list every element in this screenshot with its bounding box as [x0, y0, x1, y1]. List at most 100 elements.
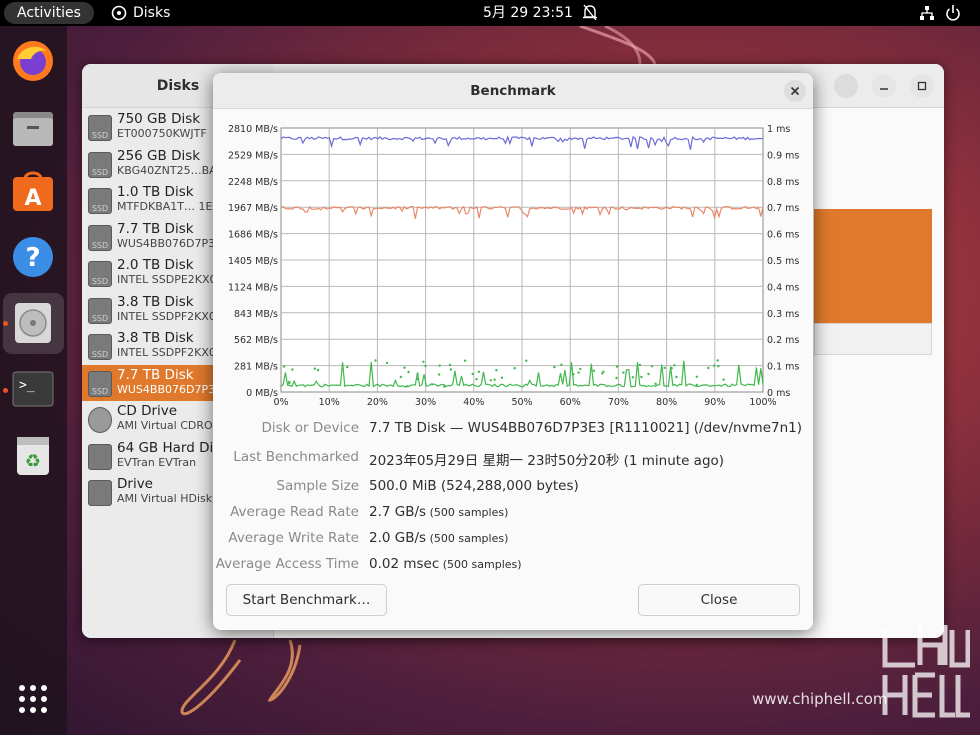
info-row: Average Read Rate 2.7 GB/s (500 samples) [213, 504, 813, 526]
drive-name: 64 GB Hard Disk [117, 439, 229, 456]
disks-app-icon [111, 5, 127, 21]
y-right-tick-label: 0.6 ms [767, 230, 799, 241]
notification-bell-icon[interactable] [582, 3, 598, 23]
drive-name: 2.0 TB Disk [117, 257, 194, 273]
usb-drive-icon [88, 443, 112, 470]
info-value: 2.0 GB/s (500 samples) [369, 530, 508, 546]
info-value-text: 500.0 MiB (524,288,000 bytes) [369, 478, 579, 494]
access-point [622, 371, 625, 374]
x-tick-label: 10% [319, 397, 340, 408]
maximize-icon [917, 81, 927, 91]
terminal-icon[interactable]: >_ [10, 366, 56, 412]
dialog-close-button[interactable] [784, 80, 806, 102]
access-point [717, 365, 720, 368]
info-row: Disk or Device 7.7 TB Disk — WUS4BB076D7P… [213, 420, 813, 442]
access-point [489, 379, 492, 382]
x-tick-label: 70% [608, 397, 629, 408]
x-tick-label: 20% [367, 397, 388, 408]
y-left-tick-label: 1967 MB/s [228, 203, 278, 214]
ssd-icon: SSD [88, 151, 112, 178]
access-point [513, 367, 516, 370]
access-point [579, 367, 582, 371]
y-right-tick-label: 0.8 ms [767, 177, 799, 188]
info-value: 0.02 msec (500 samples) [369, 556, 522, 572]
access-point [650, 365, 654, 368]
x-tick-label: 30% [415, 397, 436, 408]
firefox-icon[interactable] [10, 38, 56, 84]
y-right-tick-label: 0.3 ms [767, 309, 799, 320]
help-icon[interactable]: ? [10, 234, 56, 280]
info-value-text: 2.7 GB/s [369, 504, 427, 520]
access-point [695, 375, 698, 378]
access-point [416, 377, 419, 381]
info-key: Disk or Device [261, 420, 359, 436]
activities-button[interactable]: Activities [4, 2, 94, 24]
ssd-icon: SSD [88, 188, 112, 214]
window-menu-button[interactable] [834, 74, 858, 98]
minimize-button[interactable] [872, 74, 896, 98]
info-sample-count: (500 samples) [439, 558, 522, 571]
access-point [615, 376, 618, 380]
access-point [640, 375, 643, 379]
access-point [493, 378, 496, 381]
running-indicator [3, 321, 8, 326]
access-point [553, 365, 556, 369]
access-point [374, 359, 377, 362]
trash-icon[interactable]: ♻ [10, 432, 56, 478]
info-sample-count: (500 samples) [426, 532, 509, 545]
disks-icon[interactable] [10, 300, 56, 346]
drive-name: 750 GB Disk [117, 111, 201, 127]
info-value-text: 2023年05月29日 星期一 23时50分20秒 (1 minute ago) [369, 453, 725, 469]
info-key: Average Read Rate [230, 504, 359, 520]
y-right-tick-label: 0.7 ms [767, 203, 799, 214]
access-point [602, 370, 605, 373]
ssd-icon: SSD [88, 334, 112, 360]
dialog-title: Benchmark [470, 83, 556, 99]
access-point [463, 359, 467, 362]
access-point [695, 383, 698, 387]
info-value-text: 0.02 msec [369, 556, 440, 572]
ssd-icon: SSD [88, 261, 112, 287]
start-benchmark-button[interactable]: Start Benchmark… [226, 584, 387, 616]
network-icon[interactable] [919, 5, 935, 21]
power-icon[interactable] [945, 4, 961, 22]
y-left-tick-label: 843 MB/s [234, 309, 278, 320]
info-key: Average Write Rate [228, 530, 359, 546]
y-left-tick-label: 2810 MB/s [228, 124, 278, 135]
access-point [713, 364, 716, 367]
access-point [477, 370, 480, 373]
info-value-text: 2.0 GB/s [369, 530, 427, 546]
y-left-tick-label: 1124 MB/s [228, 282, 278, 293]
close-button[interactable]: Close [638, 584, 800, 616]
y-right-tick-label: 0.5 ms [767, 256, 799, 267]
info-value: 7.7 TB Disk — WUS4BB076D7P3E3 [R1110021]… [369, 420, 802, 436]
access-point [525, 359, 528, 362]
volume-strip [814, 323, 932, 355]
apps-grid-icon[interactable] [10, 676, 56, 722]
y-left-tick-label: 2529 MB/s [228, 150, 278, 161]
clock[interactable]: 5月 29 23:51 [483, 0, 573, 26]
usb-drive-icon [88, 480, 112, 506]
access-point [448, 363, 452, 367]
app-menu[interactable]: Disks [111, 0, 170, 26]
x-tick-label: 60% [560, 397, 581, 408]
benchmark-chart: 2810 MB/s 1 ms 2529 MB/s 0.9 ms 2248 MB/s 0.8… [228, 124, 799, 408]
info-value: 2.7 GB/s (500 samples) [369, 504, 508, 520]
access-point [670, 367, 673, 370]
files-icon[interactable] [10, 105, 56, 151]
access-point [449, 368, 453, 371]
access-point [422, 360, 425, 363]
volume-partition-selected[interactable] [814, 209, 932, 323]
access-point [475, 377, 478, 381]
x-tick-label: 50% [511, 397, 532, 408]
dock: A ? >_ ♻ [0, 26, 67, 735]
info-value: 500.0 MiB (524,288,000 bytes) [369, 478, 579, 494]
info-row: Sample Size 500.0 MiB (524,288,000 bytes) [213, 478, 813, 500]
access-point [592, 369, 596, 372]
access-point [313, 367, 316, 370]
drive-name: Drive [117, 476, 153, 492]
maximize-button[interactable] [910, 74, 934, 98]
software-icon[interactable]: A [10, 168, 56, 214]
access-point [437, 373, 441, 376]
dialog-header: Benchmark [213, 73, 813, 109]
